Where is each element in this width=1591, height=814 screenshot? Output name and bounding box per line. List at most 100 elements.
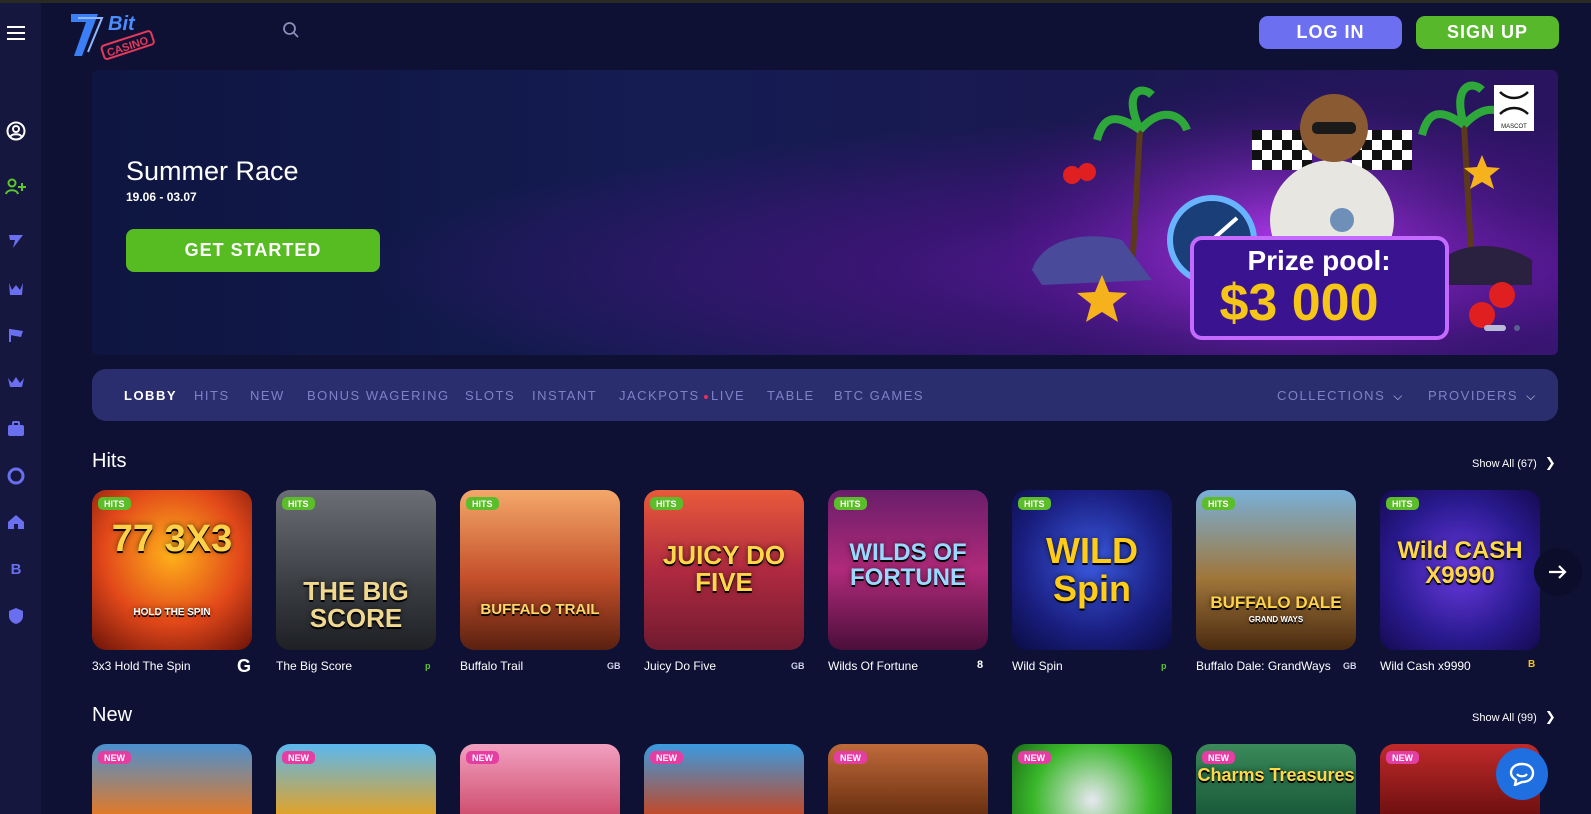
game-name[interactable]: Wilds Of Fortune [828, 659, 918, 673]
provider-icon: GB [791, 661, 805, 671]
game-card-buffalo-dale-grandways[interactable]: HITS BUFFALO DALE GRAND WAYS [1196, 490, 1356, 650]
new-badge: NEW [98, 751, 131, 764]
hits-show-all-label: Show All (67) [1472, 458, 1537, 470]
nav-live-label: LIVE [711, 388, 746, 403]
login-button[interactable]: LOG IN [1259, 16, 1402, 49]
provider-icon: G [237, 656, 252, 676]
hits-show-all[interactable]: Show All (67) ❯ [1472, 455, 1556, 471]
live-dot-icon [704, 394, 708, 399]
game-art-title: 77 3X3 [111, 518, 233, 560]
new-game-card[interactable]: NEW [644, 744, 804, 814]
game-art-subtitle: HOLD THE SPIN [133, 607, 211, 618]
brand-logo[interactable]: Bit CASINO [68, 8, 158, 60]
providers-dropdown[interactable]: PROVIDERS ⌵ [1428, 388, 1537, 404]
collections-dropdown[interactable]: COLLECTIONS ⌵ [1277, 388, 1404, 404]
game-card-buffalo-trail[interactable]: HITS BUFFALO TRAIL [460, 490, 620, 650]
new-badge: NEW [1202, 751, 1235, 764]
nav-new[interactable]: NEW [250, 388, 285, 403]
game-art-subtitle: GRAND WAYS [1248, 615, 1304, 624]
home-icon[interactable] [5, 511, 27, 533]
new-show-all[interactable]: Show All (99) ❯ [1472, 709, 1556, 725]
new-game-card[interactable]: NEW [92, 744, 252, 814]
new-game-card[interactable]: NEW [828, 744, 988, 814]
get-started-button[interactable]: GET STARTED [126, 229, 380, 272]
briefcase-icon[interactable] [5, 418, 27, 440]
game-name[interactable]: 3x3 Hold The Spin [92, 659, 191, 673]
hits-badge: HITS [834, 497, 867, 510]
new-game-card[interactable]: NEW [276, 744, 436, 814]
nav-hits[interactable]: HITS [194, 388, 230, 403]
nav-table[interactable]: TABLE [767, 388, 815, 403]
shield-icon[interactable] [5, 605, 27, 627]
prize-label: Prize pool: [1247, 245, 1390, 276]
game-card-the-big-score[interactable]: HITS THE BIG SCORE [276, 490, 436, 650]
provider-icon: 8 [977, 659, 984, 671]
provider-icon: GB [1343, 661, 1357, 671]
banner-title: Summer Race [126, 156, 299, 186]
game-art-title: Charms Treasures [1197, 765, 1355, 785]
signup-button[interactable]: SIGN UP [1416, 16, 1559, 49]
game-name[interactable]: Buffalo Dale: GrandWays [1196, 659, 1331, 673]
promo-banner[interactable]: Summer Race 19.06 - 03.07 GET STARTED Pr… [92, 70, 1558, 355]
game-card-3x3-hold-the-spin[interactable]: HITS 77 3X3 HOLD THE SPIN [92, 490, 252, 650]
chevron-right-icon: ❯ [1544, 455, 1556, 470]
crown-icon[interactable] [5, 371, 27, 393]
user-plus-icon[interactable] [5, 176, 27, 198]
trophy-icon[interactable] [5, 278, 27, 300]
top-edge [0, 0, 1591, 3]
hits-badge: HITS [282, 497, 315, 510]
banner-dot[interactable] [1514, 325, 1520, 331]
hits-section-title: Hits [92, 450, 127, 472]
game-art-title: BUFFALO DALE [1210, 593, 1342, 612]
new-game-card[interactable]: NEW [460, 744, 620, 814]
new-badge: NEW [282, 751, 315, 764]
banner-dot-active[interactable] [1484, 325, 1506, 331]
hits-badge: HITS [1202, 497, 1235, 510]
hits-badge: HITS [1018, 497, 1051, 510]
provider-icon: B [1528, 659, 1536, 670]
chevron-down-icon: ⌵ [1393, 389, 1404, 403]
carousel-next-button[interactable] [1534, 548, 1582, 596]
chat-bubble-icon [1509, 762, 1535, 786]
game-card-wild-cash-x9990[interactable]: HITS Wild CASH X9990 [1380, 490, 1540, 650]
hits-badge: HITS [98, 497, 131, 510]
game-art-title: THE BIG SCORE [303, 576, 409, 634]
provider-icon: GB [607, 661, 621, 671]
search-icon[interactable] [282, 21, 302, 41]
game-name[interactable]: Wild Cash x9990 [1380, 659, 1471, 673]
lightning-7-icon[interactable] [5, 230, 27, 252]
nav-bonus-wagering[interactable]: BONUS WAGERING [307, 388, 450, 403]
game-name[interactable]: Juicy Do Five [644, 659, 716, 673]
new-badge: NEW [1386, 751, 1419, 764]
sidebar: B [0, 3, 41, 814]
menu-icon[interactable] [5, 22, 27, 44]
game-art-title: JUICY DO FIVE [662, 540, 786, 598]
nav-instant[interactable]: INSTANT [532, 388, 597, 403]
nav-btc-games[interactable]: BTC GAMES [834, 388, 924, 403]
live-chat-button[interactable] [1496, 748, 1548, 800]
arrow-right-icon [1549, 565, 1567, 579]
new-game-card[interactable]: NEW Charms Treasures [1196, 744, 1356, 814]
hits-badge: HITS [1386, 497, 1419, 510]
game-card-juicy-do-five[interactable]: HITS JUICY DO FIVE [644, 490, 804, 650]
nav-live[interactable]: LIVE [704, 388, 745, 403]
banner-pagination[interactable] [1484, 325, 1520, 331]
user-icon[interactable] [5, 120, 27, 142]
game-name[interactable]: The Big Score [276, 659, 352, 673]
lifebuoy-icon[interactable] [5, 465, 27, 487]
game-art-title: WILDS OF FORTUNE [849, 539, 967, 592]
new-game-card[interactable]: NEW [1012, 744, 1172, 814]
game-card-wild-spin[interactable]: HITS WILD Spin [1012, 490, 1172, 650]
game-card-wilds-of-fortune[interactable]: HITS WILDS OF FORTUNE [828, 490, 988, 650]
nav-slots[interactable]: SLOTS [465, 388, 515, 403]
game-name[interactable]: Buffalo Trail [460, 659, 523, 673]
game-name[interactable]: Wild Spin [1012, 659, 1063, 673]
providers-label: PROVIDERS [1428, 388, 1519, 403]
game-art-title: BUFFALO TRAIL [480, 601, 600, 618]
chevron-right-icon: ❯ [1544, 709, 1556, 724]
bitcoin-icon[interactable]: B [5, 558, 27, 580]
category-nav: LOBBY HITS NEW BONUS WAGERING SLOTS INST… [92, 369, 1558, 421]
nav-lobby[interactable]: LOBBY [124, 388, 177, 403]
flag-icon[interactable] [5, 324, 27, 346]
nav-jackpots[interactable]: JACKPOTS [619, 388, 700, 403]
